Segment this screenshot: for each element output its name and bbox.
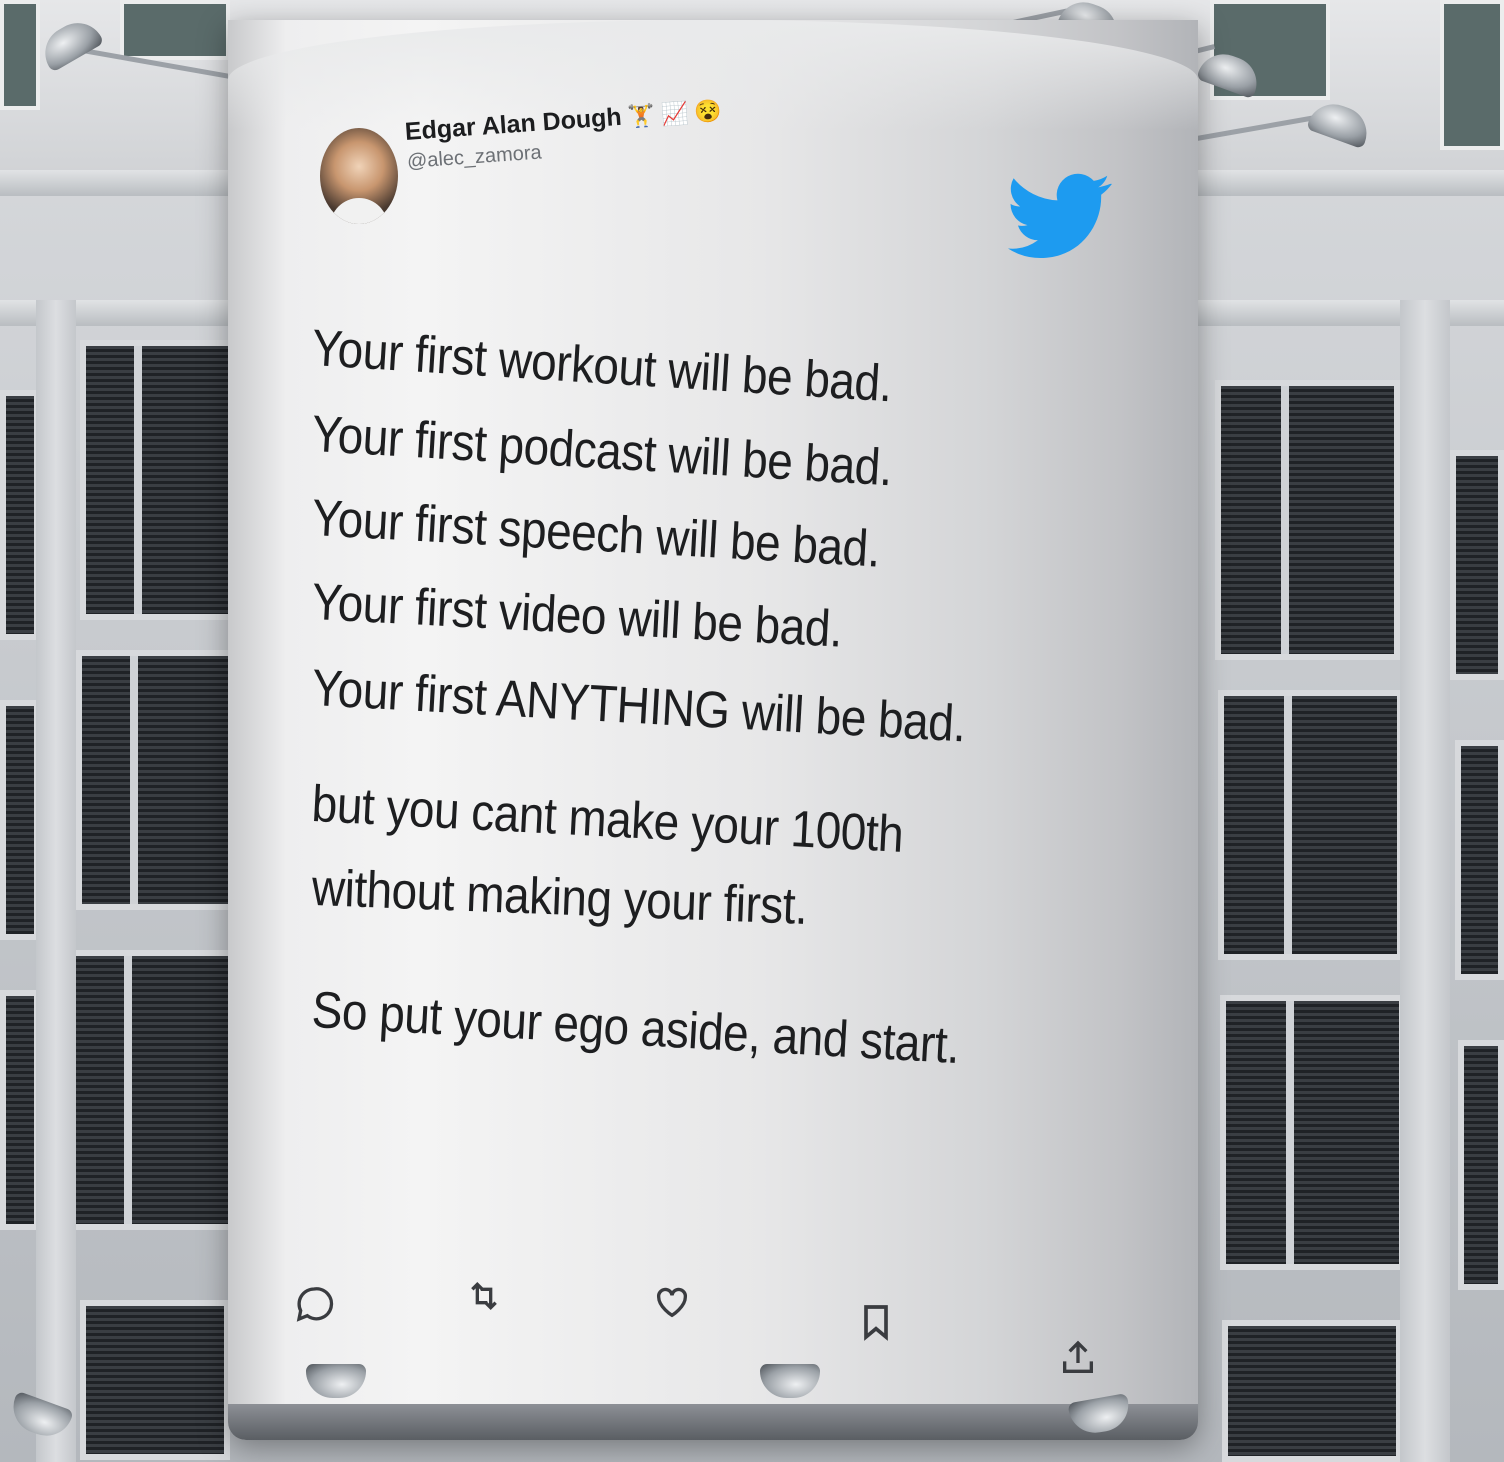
- upper-window: [1440, 0, 1504, 150]
- face-dizzy-icon: 😵: [693, 97, 723, 125]
- bookmark-icon[interactable]: [856, 1302, 896, 1342]
- tweet-line: Your first podcast will be bad.: [310, 403, 894, 497]
- building-pillar: [36, 300, 76, 1462]
- right-window: [1218, 690, 1403, 960]
- twitter-bird-icon: [1008, 173, 1112, 259]
- right-window: [1455, 740, 1504, 980]
- tweet-line: Your first video will be bad.: [310, 571, 844, 658]
- heart-icon[interactable]: [652, 1282, 692, 1322]
- billboard-rim: [228, 1404, 1198, 1440]
- avatar-shirt: [330, 198, 388, 224]
- right-window: [1220, 995, 1405, 1270]
- tweet-line: Your first ANYTHING will be bad.: [310, 657, 968, 753]
- right-window: [1450, 450, 1504, 680]
- right-window: [1215, 380, 1400, 660]
- left-window: [0, 390, 40, 640]
- upper-window: [0, 0, 40, 110]
- left-window: [70, 950, 235, 1230]
- left-window: [76, 650, 236, 910]
- avatar: [320, 128, 398, 224]
- tweet-author: Edgar Alan Dough 🏋 📈 😵 @alec_zamora: [404, 96, 724, 174]
- tweet-line: So put your ego aside, and start.: [310, 979, 961, 1075]
- share-icon[interactable]: [1058, 1338, 1098, 1378]
- left-window: [0, 700, 40, 940]
- chart-increasing-icon: 📈: [660, 99, 690, 127]
- upper-window: [120, 0, 230, 60]
- right-window: [1222, 1320, 1402, 1462]
- left-window: [0, 990, 40, 1230]
- tweet-line: but you cant make your 100th: [310, 773, 905, 864]
- tweet-line: without making your first.: [310, 857, 809, 936]
- tweet-billboard: Edgar Alan Dough 🏋 📈 😵 @alec_zamora Your…: [228, 20, 1198, 1440]
- tweet-line: Your first workout will be bad.: [310, 317, 894, 413]
- left-window: [80, 1300, 230, 1460]
- reply-icon[interactable]: [294, 1284, 334, 1324]
- left-window: [80, 340, 240, 620]
- weightlifter-icon: 🏋: [626, 102, 656, 129]
- right-window: [1458, 1040, 1504, 1290]
- retweet-icon[interactable]: [464, 1276, 504, 1316]
- building-pillar: [1400, 300, 1450, 1462]
- tweet-line: Your first speech will be bad.: [310, 487, 882, 578]
